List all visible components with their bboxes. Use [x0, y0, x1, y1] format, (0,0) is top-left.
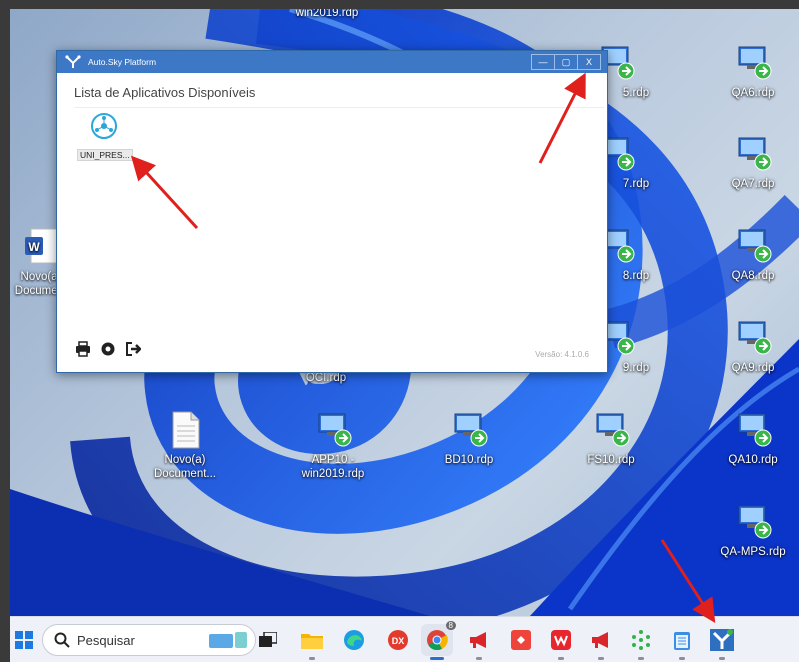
- taskbar-chrome[interactable]: 8: [421, 621, 456, 660]
- notepad-icon: [674, 632, 690, 650]
- network-dots-icon: [632, 630, 650, 650]
- search-placeholder: Pesquisar: [77, 633, 135, 648]
- desktop-icon-qa7[interactable]: QA7.rdp: [710, 134, 796, 191]
- remote-desktop-icon: [733, 226, 773, 266]
- desktop-icon-label: BD10.rdp: [444, 454, 494, 466]
- desktop-icon-label: QA-MPS.rdp: [720, 546, 786, 558]
- svg-text:DX: DX: [392, 636, 405, 646]
- desktop-icon-qa8[interactable]: QA8.rdp: [710, 226, 796, 283]
- task-view-icon: [259, 632, 277, 647]
- printer-icon[interactable]: [75, 341, 91, 362]
- travel-highlight-icon: [209, 632, 247, 648]
- desktop-icon-label: QA8.rdp: [731, 270, 775, 282]
- start-button[interactable]: [10, 626, 38, 654]
- search-icon: [54, 632, 70, 648]
- app-network-icon: [91, 113, 117, 139]
- desktop-icon-label: QA7.rdp: [731, 178, 775, 190]
- window-titlebar[interactable]: Auto.Sky Platform — ▢ X: [57, 51, 607, 73]
- logout-icon[interactable]: [125, 341, 142, 362]
- wps-office-icon: [551, 630, 571, 650]
- running-indicator: [638, 657, 644, 660]
- window-title: Auto.Sky Platform: [88, 57, 157, 67]
- app-list: UNI_PRES...: [74, 107, 604, 336]
- desktop-icon-label: FS10.rdp: [587, 454, 635, 466]
- desktop-icon-label: APP10 - win2019.rdp: [301, 454, 365, 480]
- remote-desktop-icon: [733, 318, 773, 358]
- remote-desktop-icon: [591, 410, 631, 450]
- taskbar-edge[interactable]: [340, 626, 368, 654]
- taskbar-network-app[interactable]: [627, 626, 655, 660]
- desktop-icon-oci[interactable]: OCI.rdp: [283, 371, 369, 385]
- running-indicator: [309, 657, 315, 660]
- search-box[interactable]: Pesquisar: [42, 624, 256, 656]
- running-indicator: [679, 657, 685, 660]
- app-item-label: UNI_PRES...: [77, 149, 133, 161]
- megaphone-icon: [470, 632, 486, 648]
- maximize-button[interactable]: ▢: [554, 55, 577, 69]
- running-indicator: [598, 657, 604, 660]
- desktop-icon-qa6[interactable]: QA6.rdp: [710, 43, 796, 100]
- active-indicator: [430, 657, 444, 660]
- taskbar-dx-app[interactable]: DX: [384, 626, 412, 654]
- remote-desktop-icon: [733, 134, 773, 174]
- desktop-icon-qa10[interactable]: QA10.rdp: [710, 410, 796, 467]
- folder-icon: [301, 634, 323, 649]
- desktop-icon-label: QA9.rdp: [731, 362, 775, 374]
- version-label: Versão: 4.1.0.6: [535, 350, 589, 359]
- megaphone-icon: [592, 632, 608, 648]
- taskbar-announce-app-2[interactable]: [587, 626, 615, 660]
- desktop-icon-win2019[interactable]: win2019.rdp: [284, 9, 370, 20]
- autosky-logo-icon: [65, 55, 81, 77]
- running-indicator: [719, 657, 725, 660]
- desktop-icon-label: QA6.rdp: [731, 87, 775, 99]
- autosky-app-icon: [710, 629, 734, 651]
- remote-desktop-icon: [313, 410, 353, 450]
- window-footer-actions: [75, 341, 142, 362]
- taskbar-wps-office[interactable]: [547, 626, 575, 660]
- remote-desktop-icon: [449, 410, 489, 450]
- desktop-icon-text-doc[interactable]: Novo(a) Document...: [142, 410, 228, 481]
- desktop-icon-qa-mps[interactable]: QA-MPS.rdp: [710, 502, 796, 559]
- taskbar-notepad[interactable]: [668, 626, 696, 660]
- taskbar-autosky[interactable]: [708, 626, 736, 660]
- chrome-browser-icon: [427, 630, 448, 651]
- taskbar-announce-app-1[interactable]: [465, 626, 493, 660]
- edge-browser-icon: [344, 630, 364, 650]
- running-indicator: [558, 657, 564, 660]
- desktop-icon-label: OCI.rdp: [305, 372, 347, 384]
- taskbar-file-explorer[interactable]: [298, 626, 326, 660]
- taskbar: Pesquisar DX 8: [10, 616, 799, 662]
- anydesk-icon: [511, 630, 531, 650]
- window-controls: — ▢ X: [531, 54, 601, 70]
- desktop-icon-label: Novo(a) Document...: [154, 454, 216, 480]
- desktop-icon-label: QA10.rdp: [728, 454, 778, 466]
- dx-app-icon: DX: [388, 630, 408, 650]
- text-document-icon: [165, 410, 205, 450]
- desktop-icon-fs10[interactable]: FS10.rdp: [568, 410, 654, 467]
- remote-desktop-icon: [733, 502, 773, 542]
- remote-desktop-icon: [733, 43, 773, 83]
- desktop-icon-label: win2019.rdp: [295, 9, 359, 19]
- desktop-icon-bd10[interactable]: BD10.rdp: [426, 410, 512, 467]
- task-view-button[interactable]: [254, 626, 282, 654]
- remote-desktop-icon: [733, 410, 773, 450]
- desktop-icon-qa9[interactable]: QA9.rdp: [710, 318, 796, 375]
- windows-logo-icon: [15, 631, 33, 649]
- taskbar-anydesk[interactable]: [507, 626, 535, 654]
- svg-text:W: W: [28, 240, 40, 254]
- section-title: Lista de Aplicativos Disponíveis: [74, 85, 256, 100]
- running-indicator: [476, 657, 482, 660]
- word-document-icon: W: [21, 227, 61, 267]
- app-item-uni-pres[interactable]: UNI_PRES...: [77, 112, 133, 163]
- notification-badge: 8: [445, 621, 456, 630]
- close-button[interactable]: X: [577, 55, 600, 69]
- desktop-icon-app10[interactable]: APP10 - win2019.rdp: [290, 410, 376, 481]
- autosky-window: Auto.Sky Platform — ▢ X Lista de Aplicat…: [56, 50, 608, 373]
- minimize-button[interactable]: —: [532, 55, 554, 69]
- gear-icon[interactable]: [100, 341, 116, 362]
